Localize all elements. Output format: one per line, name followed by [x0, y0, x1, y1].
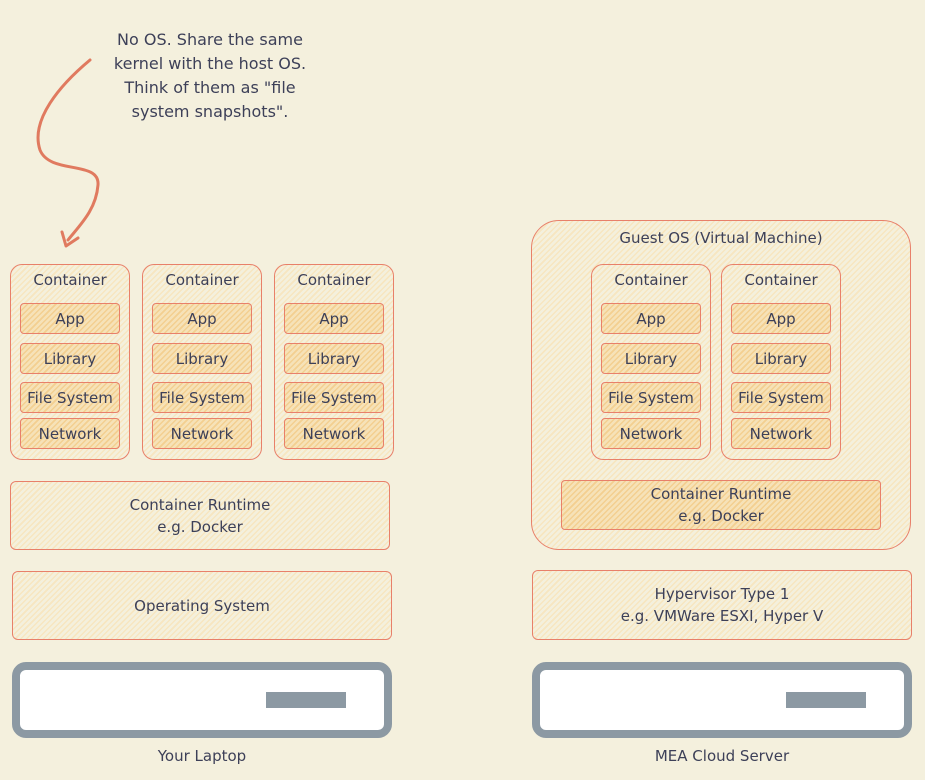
container-title: Container	[614, 271, 688, 289]
runtime-label: Container Runtime	[650, 485, 792, 503]
laptop-device	[12, 662, 392, 738]
container-layer: App	[152, 303, 252, 334]
container-layer: App	[731, 303, 831, 334]
container-layer: Library	[284, 343, 384, 374]
container-layer: File System	[20, 382, 120, 413]
laptop-label: Your Laptop	[157, 747, 247, 765]
container-layer: Library	[20, 343, 120, 374]
container-layer: Library	[731, 343, 831, 374]
container-layer: Network	[601, 418, 701, 449]
container-layer: File System	[284, 382, 384, 413]
container-layer: File System	[601, 382, 701, 413]
container-layer: Library	[152, 343, 252, 374]
container-runtime-vm: Container Runtime e.g. Docker	[561, 480, 881, 530]
server-device	[532, 662, 912, 738]
hypervisor-example: e.g. VMWare ESXI, Hyper V	[620, 607, 824, 625]
container-title: Container	[165, 271, 239, 289]
container-layer: App	[601, 303, 701, 334]
hypervisor: Hypervisor Type 1 e.g. VMWare ESXI, Hype…	[532, 570, 912, 640]
operating-system: Operating System	[12, 571, 392, 640]
container-title: Container	[297, 271, 371, 289]
container-runtime-laptop: Container Runtime e.g. Docker	[10, 481, 390, 550]
container-layer: Network	[284, 418, 384, 449]
container-title: Container	[744, 271, 818, 289]
container-layer: Network	[731, 418, 831, 449]
container-layer: Network	[20, 418, 120, 449]
runtime-example: e.g. Docker	[157, 517, 243, 536]
device-bar	[266, 692, 346, 708]
container-layer: App	[284, 303, 384, 334]
container-layer: File System	[731, 382, 831, 413]
hypervisor-label: Hypervisor Type 1	[654, 585, 790, 603]
guest-os-label: Guest OS (Virtual Machine)	[619, 229, 823, 247]
os-label: Operating System	[134, 596, 270, 615]
container-title: Container	[33, 271, 107, 289]
container-layer: Library	[601, 343, 701, 374]
arrow-icon	[36, 58, 100, 248]
container-layer: Network	[152, 418, 252, 449]
runtime-example: e.g. Docker	[678, 507, 764, 525]
runtime-label: Container Runtime	[129, 495, 271, 514]
device-bar	[786, 692, 866, 708]
container-layer: File System	[152, 382, 252, 413]
server-label: MEA Cloud Server	[654, 747, 790, 765]
container-layer: App	[20, 303, 120, 334]
